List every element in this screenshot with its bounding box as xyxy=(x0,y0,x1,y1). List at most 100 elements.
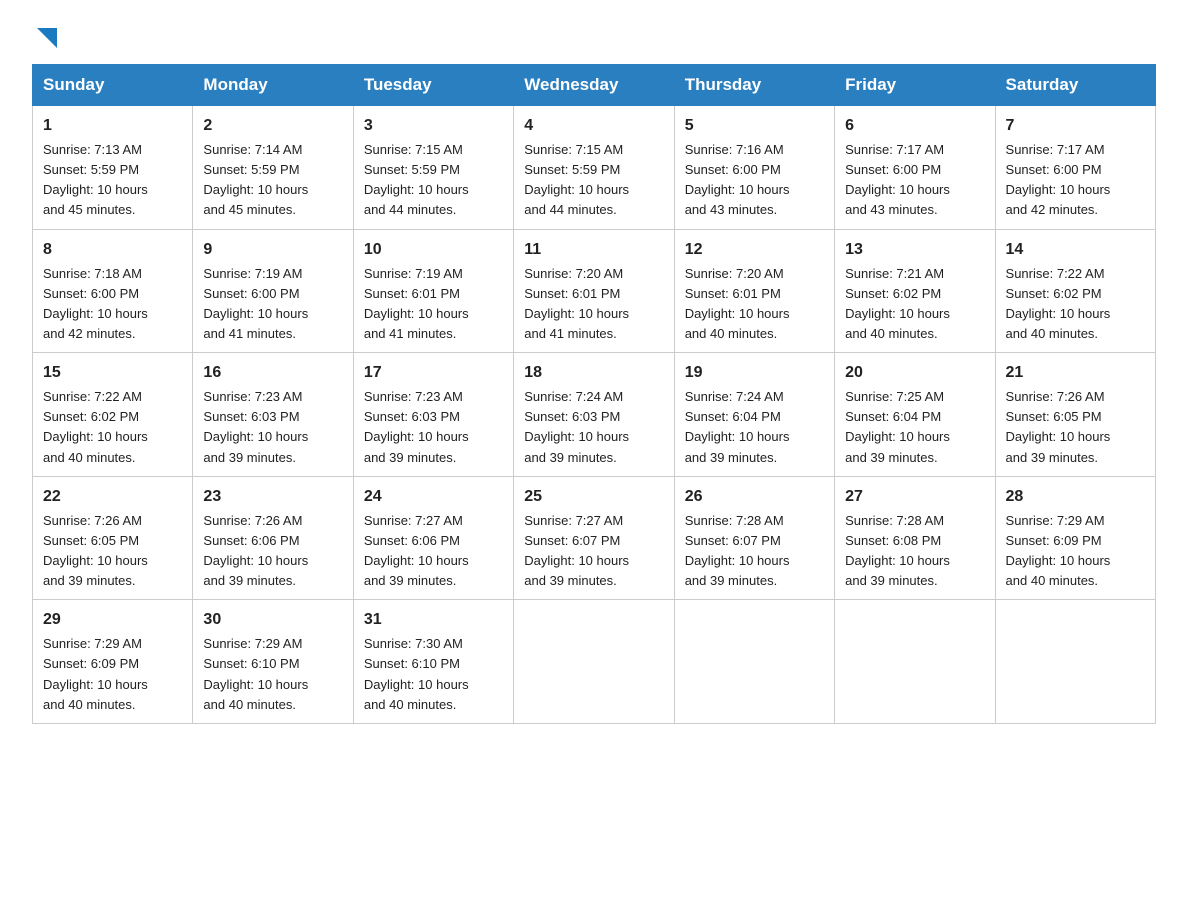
day-number: 4 xyxy=(524,114,663,138)
day-info: Sunrise: 7:23 AMSunset: 6:03 PMDaylight:… xyxy=(203,389,308,464)
day-info: Sunrise: 7:21 AMSunset: 6:02 PMDaylight:… xyxy=(845,266,950,341)
day-number: 1 xyxy=(43,114,182,138)
day-number: 7 xyxy=(1006,114,1145,138)
day-info: Sunrise: 7:18 AMSunset: 6:00 PMDaylight:… xyxy=(43,266,148,341)
day-number: 24 xyxy=(364,485,503,509)
day-number: 13 xyxy=(845,238,984,262)
calendar-week-row: 8 Sunrise: 7:18 AMSunset: 6:00 PMDayligh… xyxy=(33,229,1156,353)
day-number: 14 xyxy=(1006,238,1145,262)
calendar-cell: 29 Sunrise: 7:29 AMSunset: 6:09 PMDaylig… xyxy=(33,600,193,724)
col-header-tuesday: Tuesday xyxy=(353,65,513,106)
day-info: Sunrise: 7:27 AMSunset: 6:06 PMDaylight:… xyxy=(364,513,469,588)
day-info: Sunrise: 7:26 AMSunset: 6:05 PMDaylight:… xyxy=(43,513,148,588)
day-info: Sunrise: 7:15 AMSunset: 5:59 PMDaylight:… xyxy=(364,142,469,217)
day-info: Sunrise: 7:20 AMSunset: 6:01 PMDaylight:… xyxy=(685,266,790,341)
day-info: Sunrise: 7:15 AMSunset: 5:59 PMDaylight:… xyxy=(524,142,629,217)
day-info: Sunrise: 7:26 AMSunset: 6:05 PMDaylight:… xyxy=(1006,389,1111,464)
calendar-cell: 26 Sunrise: 7:28 AMSunset: 6:07 PMDaylig… xyxy=(674,476,834,600)
day-info: Sunrise: 7:26 AMSunset: 6:06 PMDaylight:… xyxy=(203,513,308,588)
day-number: 12 xyxy=(685,238,824,262)
day-number: 5 xyxy=(685,114,824,138)
calendar-cell: 23 Sunrise: 7:26 AMSunset: 6:06 PMDaylig… xyxy=(193,476,353,600)
day-info: Sunrise: 7:29 AMSunset: 6:09 PMDaylight:… xyxy=(1006,513,1111,588)
col-header-wednesday: Wednesday xyxy=(514,65,674,106)
day-number: 17 xyxy=(364,361,503,385)
calendar-cell: 1 Sunrise: 7:13 AMSunset: 5:59 PMDayligh… xyxy=(33,106,193,230)
day-info: Sunrise: 7:22 AMSunset: 6:02 PMDaylight:… xyxy=(43,389,148,464)
calendar-cell: 2 Sunrise: 7:14 AMSunset: 5:59 PMDayligh… xyxy=(193,106,353,230)
page-header xyxy=(32,24,1156,48)
calendar-week-row: 1 Sunrise: 7:13 AMSunset: 5:59 PMDayligh… xyxy=(33,106,1156,230)
calendar-cell: 16 Sunrise: 7:23 AMSunset: 6:03 PMDaylig… xyxy=(193,353,353,477)
col-header-sunday: Sunday xyxy=(33,65,193,106)
col-header-thursday: Thursday xyxy=(674,65,834,106)
calendar-week-row: 15 Sunrise: 7:22 AMSunset: 6:02 PMDaylig… xyxy=(33,353,1156,477)
day-number: 16 xyxy=(203,361,342,385)
day-info: Sunrise: 7:16 AMSunset: 6:00 PMDaylight:… xyxy=(685,142,790,217)
day-info: Sunrise: 7:19 AMSunset: 6:00 PMDaylight:… xyxy=(203,266,308,341)
day-number: 29 xyxy=(43,608,182,632)
day-number: 9 xyxy=(203,238,342,262)
day-number: 3 xyxy=(364,114,503,138)
calendar-cell: 21 Sunrise: 7:26 AMSunset: 6:05 PMDaylig… xyxy=(995,353,1155,477)
day-info: Sunrise: 7:20 AMSunset: 6:01 PMDaylight:… xyxy=(524,266,629,341)
day-number: 21 xyxy=(1006,361,1145,385)
calendar-cell: 11 Sunrise: 7:20 AMSunset: 6:01 PMDaylig… xyxy=(514,229,674,353)
day-info: Sunrise: 7:24 AMSunset: 6:04 PMDaylight:… xyxy=(685,389,790,464)
calendar-week-row: 22 Sunrise: 7:26 AMSunset: 6:05 PMDaylig… xyxy=(33,476,1156,600)
day-info: Sunrise: 7:28 AMSunset: 6:07 PMDaylight:… xyxy=(685,513,790,588)
day-info: Sunrise: 7:17 AMSunset: 6:00 PMDaylight:… xyxy=(1006,142,1111,217)
calendar-cell: 22 Sunrise: 7:26 AMSunset: 6:05 PMDaylig… xyxy=(33,476,193,600)
calendar-cell xyxy=(674,600,834,724)
day-info: Sunrise: 7:24 AMSunset: 6:03 PMDaylight:… xyxy=(524,389,629,464)
day-number: 25 xyxy=(524,485,663,509)
day-info: Sunrise: 7:13 AMSunset: 5:59 PMDaylight:… xyxy=(43,142,148,217)
day-number: 28 xyxy=(1006,485,1145,509)
calendar-cell: 31 Sunrise: 7:30 AMSunset: 6:10 PMDaylig… xyxy=(353,600,513,724)
calendar-cell: 6 Sunrise: 7:17 AMSunset: 6:00 PMDayligh… xyxy=(835,106,995,230)
calendar-cell: 14 Sunrise: 7:22 AMSunset: 6:02 PMDaylig… xyxy=(995,229,1155,353)
day-number: 6 xyxy=(845,114,984,138)
day-info: Sunrise: 7:29 AMSunset: 6:09 PMDaylight:… xyxy=(43,636,148,711)
col-header-monday: Monday xyxy=(193,65,353,106)
calendar-cell: 20 Sunrise: 7:25 AMSunset: 6:04 PMDaylig… xyxy=(835,353,995,477)
logo xyxy=(32,24,62,48)
calendar-cell: 5 Sunrise: 7:16 AMSunset: 6:00 PMDayligh… xyxy=(674,106,834,230)
day-number: 2 xyxy=(203,114,342,138)
calendar-table: SundayMondayTuesdayWednesdayThursdayFrid… xyxy=(32,64,1156,724)
calendar-cell: 28 Sunrise: 7:29 AMSunset: 6:09 PMDaylig… xyxy=(995,476,1155,600)
calendar-cell xyxy=(514,600,674,724)
day-number: 26 xyxy=(685,485,824,509)
day-number: 15 xyxy=(43,361,182,385)
day-number: 22 xyxy=(43,485,182,509)
calendar-cell: 27 Sunrise: 7:28 AMSunset: 6:08 PMDaylig… xyxy=(835,476,995,600)
calendar-header-row: SundayMondayTuesdayWednesdayThursdayFrid… xyxy=(33,65,1156,106)
day-info: Sunrise: 7:27 AMSunset: 6:07 PMDaylight:… xyxy=(524,513,629,588)
calendar-cell: 15 Sunrise: 7:22 AMSunset: 6:02 PMDaylig… xyxy=(33,353,193,477)
day-number: 19 xyxy=(685,361,824,385)
day-info: Sunrise: 7:19 AMSunset: 6:01 PMDaylight:… xyxy=(364,266,469,341)
calendar-cell: 8 Sunrise: 7:18 AMSunset: 6:00 PMDayligh… xyxy=(33,229,193,353)
logo-arrow-icon xyxy=(33,24,61,52)
day-info: Sunrise: 7:29 AMSunset: 6:10 PMDaylight:… xyxy=(203,636,308,711)
day-info: Sunrise: 7:22 AMSunset: 6:02 PMDaylight:… xyxy=(1006,266,1111,341)
day-number: 23 xyxy=(203,485,342,509)
calendar-cell: 19 Sunrise: 7:24 AMSunset: 6:04 PMDaylig… xyxy=(674,353,834,477)
day-number: 10 xyxy=(364,238,503,262)
calendar-cell: 10 Sunrise: 7:19 AMSunset: 6:01 PMDaylig… xyxy=(353,229,513,353)
day-info: Sunrise: 7:23 AMSunset: 6:03 PMDaylight:… xyxy=(364,389,469,464)
day-number: 31 xyxy=(364,608,503,632)
calendar-cell: 12 Sunrise: 7:20 AMSunset: 6:01 PMDaylig… xyxy=(674,229,834,353)
calendar-cell: 9 Sunrise: 7:19 AMSunset: 6:00 PMDayligh… xyxy=(193,229,353,353)
calendar-cell: 13 Sunrise: 7:21 AMSunset: 6:02 PMDaylig… xyxy=(835,229,995,353)
col-header-saturday: Saturday xyxy=(995,65,1155,106)
day-number: 18 xyxy=(524,361,663,385)
col-header-friday: Friday xyxy=(835,65,995,106)
calendar-cell: 7 Sunrise: 7:17 AMSunset: 6:00 PMDayligh… xyxy=(995,106,1155,230)
calendar-cell: 3 Sunrise: 7:15 AMSunset: 5:59 PMDayligh… xyxy=(353,106,513,230)
calendar-cell: 24 Sunrise: 7:27 AMSunset: 6:06 PMDaylig… xyxy=(353,476,513,600)
day-info: Sunrise: 7:30 AMSunset: 6:10 PMDaylight:… xyxy=(364,636,469,711)
day-number: 27 xyxy=(845,485,984,509)
calendar-cell: 18 Sunrise: 7:24 AMSunset: 6:03 PMDaylig… xyxy=(514,353,674,477)
day-info: Sunrise: 7:25 AMSunset: 6:04 PMDaylight:… xyxy=(845,389,950,464)
